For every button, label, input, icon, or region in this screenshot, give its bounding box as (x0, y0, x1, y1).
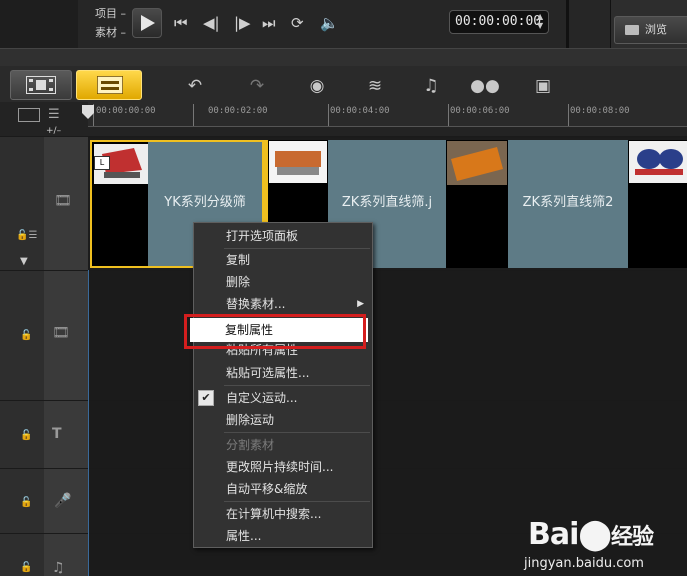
menu-item-copy[interactable]: 复制 (194, 249, 372, 271)
next-frame-icon[interactable]: |▶ (234, 13, 251, 33)
menu-item-change-photo-duration[interactable]: 更改照片持续时间... (194, 456, 372, 478)
film-strip-icon (26, 76, 56, 94)
previous-frame-icon[interactable]: ◀| (203, 13, 220, 33)
storyboard-view-button[interactable] (10, 70, 72, 100)
go-to-end-icon[interactable]: ⏭ (262, 13, 276, 33)
menu-item-customize-motion[interactable]: ✔ 自定义运动... (194, 387, 372, 409)
paw-icon: ⬤ (578, 517, 612, 552)
menu-item-delete[interactable]: 删除 (194, 271, 372, 293)
ruler-tick (448, 104, 449, 126)
video-track-icon[interactable]: 🎞 (54, 193, 72, 209)
lock-all-icon[interactable]: 🔓☰ (16, 230, 37, 241)
menu-item-search-in-computer[interactable]: 在计算机中搜索... (194, 503, 372, 525)
watermark-logo: Bai⬤经验 (528, 517, 654, 552)
ruler-tick (568, 104, 569, 126)
timeline-clip-image[interactable] (628, 140, 687, 268)
panel-separator-strip (0, 48, 687, 67)
auto-music-icon[interactable]: ♫ (416, 74, 446, 98)
track-list-icon[interactable]: ☰ (48, 108, 60, 122)
panel-divider (566, 0, 569, 48)
play-icon (141, 15, 155, 31)
clip-mode-label[interactable]: 素材 – (95, 24, 126, 40)
player-left-panel (0, 0, 78, 48)
expand-arrow-icon[interactable]: ▼ (20, 256, 28, 267)
annotation-red-box (184, 314, 366, 349)
lock-icon[interactable]: 🔓 (20, 330, 32, 341)
clip-thumbnail (629, 141, 687, 183)
overlay-track-icon[interactable]: 🎞 (52, 325, 70, 341)
timeline-clip-title[interactable]: ZK系列直线筛2 (508, 140, 628, 268)
track-lock-column (0, 136, 45, 576)
browse-label: 浏览 (645, 23, 667, 36)
menu-item-label: 自定义运动... (226, 391, 298, 405)
playhead-icon (82, 105, 94, 119)
track-divider (0, 136, 687, 137)
playhead-line (88, 270, 89, 576)
watermark-url: jingyan.baidu.com (524, 556, 644, 571)
sound-mixer-icon[interactable]: ≋ (360, 74, 390, 98)
clip-thumbnail (447, 141, 507, 185)
timeline-view-button[interactable] (76, 70, 142, 100)
menu-item-properties[interactable]: 属性... (194, 525, 372, 547)
browse-button[interactable]: 浏览 (614, 16, 687, 44)
ruler-tick-label: 00:00:08:00 (570, 106, 630, 116)
ruler-tick-label: 00:00:02:00 (208, 106, 268, 116)
lock-icon[interactable]: 🔓 (20, 430, 32, 441)
ruler-tick-label: 00:00:06:00 (450, 106, 510, 116)
subtitle-editor-icon[interactable]: ▣ (528, 74, 558, 98)
repeat-icon[interactable]: ⟳ (291, 13, 304, 33)
redo-icon[interactable]: ↷ (242, 74, 272, 98)
playhead-marker[interactable] (82, 104, 94, 119)
ruler-tick-label: 00:00:04:00 (330, 106, 390, 116)
menu-item-replace-clip[interactable]: 替换素材... ▶ (194, 293, 372, 315)
browse-icon (625, 25, 639, 35)
lock-icon[interactable]: 🔓 (20, 562, 32, 573)
motion-badge-icon: L (94, 156, 110, 170)
track-manager-icon[interactable] (18, 108, 40, 122)
timeline-view-icon (97, 76, 123, 94)
checkmark-icon: ✔ (198, 390, 214, 406)
menu-item-auto-pan-zoom[interactable]: 自动平移&缩放 (194, 478, 372, 500)
volume-icon[interactable]: 🔈 (320, 13, 339, 33)
menu-separator (224, 385, 370, 386)
motion-tracking-icon[interactable]: ●● (470, 74, 500, 98)
menu-item-open-options-panel[interactable]: 打开选项面板 (194, 225, 372, 247)
submenu-arrow-icon: ▶ (357, 299, 364, 309)
music-track-icon[interactable]: ♫ (52, 560, 65, 576)
timeline-clip-image[interactable] (446, 140, 508, 268)
project-mode-label[interactable]: 项目 – (95, 5, 126, 21)
menu-separator (224, 432, 370, 433)
menu-item-delete-motion[interactable]: 删除运动 (194, 409, 372, 431)
go-to-start-icon[interactable]: ⏮ (174, 13, 188, 33)
menu-item-paste-selected-attributes[interactable]: 粘贴可选属性... (194, 362, 372, 384)
ruler-tick (328, 104, 329, 126)
voice-track-icon[interactable]: 🎤 (54, 493, 71, 509)
menu-separator (224, 501, 370, 502)
watermark-brand-suffix: 经验 (610, 525, 654, 550)
baidu-jingyan-watermark: Bai⬤经验 jingyan.baidu.com (520, 515, 680, 575)
record-capture-icon[interactable]: ◉ (302, 74, 332, 98)
context-menu: 打开选项面板 复制 删除 替换素材...▶ 复制属性 粘贴所有属性 粘贴可选属性… (193, 222, 373, 548)
play-button[interactable] (132, 8, 162, 38)
menu-item-label: 替换素材... (226, 297, 286, 311)
title-track-icon[interactable]: T (52, 426, 62, 442)
menu-item-split-clip: 分割素材 (226, 438, 275, 452)
timecode-spinner[interactable]: ▲ ▼ (537, 12, 547, 32)
undo-icon[interactable]: ↶ (180, 74, 210, 98)
watermark-brand: Bai (528, 517, 579, 552)
ruler-tick-label: 00:00:00:00 (96, 106, 156, 116)
timecode-field[interactable]: 00:00:00:00 (449, 10, 549, 34)
ruler-tick (193, 104, 194, 126)
clip-thumbnail (269, 141, 327, 183)
lock-icon[interactable]: 🔓 (20, 497, 32, 508)
zoom-control[interactable]: +/– (46, 126, 61, 136)
